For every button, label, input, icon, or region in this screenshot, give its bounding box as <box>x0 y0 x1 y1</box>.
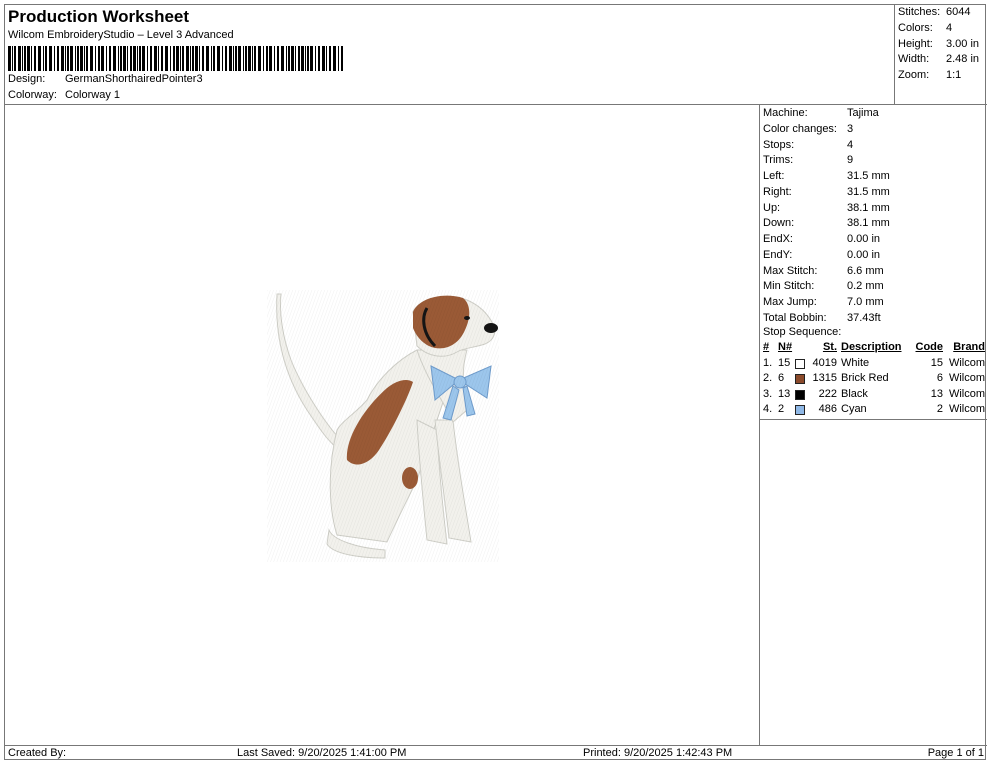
info-row-machine: Machine: Tajima <box>763 107 879 119</box>
design-label: Design: <box>8 73 46 85</box>
header-num: # <box>763 341 770 353</box>
info-row-down: Down: 38.1 mm <box>763 217 890 230</box>
color-swatch <box>795 374 805 384</box>
header-needle: N# <box>778 341 793 353</box>
stat-stitches: Stitches: 6044 <box>898 6 971 18</box>
machine-info-panel: Stop Sequence: # N# St. Description Code… <box>760 105 987 420</box>
worksheet-frame: Production Worksheet Wilcom EmbroiderySt… <box>4 4 987 760</box>
table-row: 3. 13 222 Black 13 Wilcom <box>763 387 985 400</box>
header-brand: Brand <box>953 341 985 353</box>
table-row: 4. 2 486 Cyan 2 Wilcom <box>763 403 985 415</box>
table-row: 2. 6 1315 Brick Red 6 Wilcom <box>763 372 985 384</box>
info-row-left: Left: 31.5 mm <box>763 170 890 182</box>
color-swatch <box>795 358 805 369</box>
page-number: Page 1 of 1 <box>927 747 984 759</box>
stop-sequence-title: Stop Sequence: <box>763 326 842 338</box>
info-row-endx: EndX: 0.00 in <box>763 233 881 245</box>
software-name: Wilcom EmbroideryStudio – Level 3 Advanc… <box>8 29 234 41</box>
design-preview <box>5 105 760 745</box>
stat-width: Width: 2.48 in <box>898 53 980 65</box>
worksheet-footer: Created By: Last Saved: 9/20/2025 1:41:0… <box>5 745 987 760</box>
info-row-minstitch: Min Stitch: 0.2 mm <box>763 280 884 293</box>
stat-zoom: Zoom: 1:1 <box>898 69 962 81</box>
header-code: Code <box>915 341 944 353</box>
colorway-row: Colorway: Colorway 1 <box>8 89 120 101</box>
created-by: Created By: <box>8 747 67 759</box>
embroidery-dog-image <box>267 290 499 562</box>
design-row: Design: GermanShorthairedPointer3 <box>8 73 203 85</box>
table-header: # N# St. Description Code Brand <box>763 341 985 357</box>
color-swatch <box>795 389 805 400</box>
stop-sequence-table: # N# St. Description Code Brand 1. 15 40… <box>763 341 985 419</box>
info-row-totalbobbin: Total Bobbin: 37.43ft <box>763 311 881 324</box>
info-row-maxjump: Max Jump: 7.0 mm <box>763 296 884 308</box>
header-stitches: St. <box>822 341 837 353</box>
stat-colors: Colors: 4 <box>898 22 953 34</box>
color-swatch <box>795 405 805 415</box>
header-description: Description <box>841 341 902 353</box>
worksheet-header: Production Worksheet Wilcom EmbroiderySt… <box>5 5 895 105</box>
info-row-colorchanges: Color changes: 3 <box>763 122 854 135</box>
info-row-maxstitch: Max Stitch: 6.6 mm <box>763 264 884 277</box>
stat-height: Height: 3.00 in <box>898 38 980 50</box>
summary-stats: Stitches: 6044 Colors: 4 Height: 3.00 in Wi… <box>895 5 987 105</box>
info-row-right: Right: 31.5 mm <box>763 185 890 198</box>
last-saved: Last Saved: 9/20/2025 1:41:00 PM <box>237 747 407 759</box>
printed-date: Printed: 9/20/2025 1:42:43 PM <box>583 747 733 759</box>
table-row: 1. 15 4019 White 15 Wilcom <box>763 356 985 369</box>
colorway-label: Colorway: <box>8 89 57 101</box>
info-row-endy: EndY: 0.00 in <box>763 248 881 261</box>
page-title: Production Worksheet <box>8 7 190 26</box>
info-row-up: Up: 38.1 mm <box>763 201 890 214</box>
info-row-trims: Trims: 9 <box>763 154 854 167</box>
barcode-image <box>8 46 343 71</box>
design-name: GermanShorthairedPointer3 <box>65 73 203 85</box>
colorway-name: Colorway 1 <box>65 89 121 101</box>
info-row-stops: Stops: 4 <box>763 138 854 151</box>
